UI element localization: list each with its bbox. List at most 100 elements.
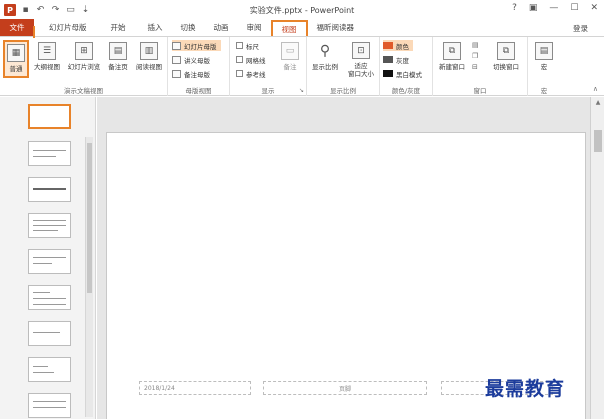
ribbon-display-options-icon[interactable]: ▣ [529, 3, 538, 13]
group-label: 颜色/灰度 [391, 87, 421, 95]
undo-icon[interactable]: ↶ [35, 5, 46, 16]
checkbox-icon [236, 42, 243, 49]
macros-button[interactable]: ▤ 宏 [531, 40, 557, 78]
handout-master-button[interactable]: 讲义母版 [172, 54, 210, 65]
slide-sorter-button[interactable]: ⊞ 幻灯片浏览 [66, 40, 102, 78]
notes-icon: ▭ [281, 42, 299, 60]
black-white-swatch-icon [383, 70, 393, 77]
powerpoint-logo-icon: P [4, 4, 16, 16]
slide-thumbnail[interactable] [28, 393, 71, 418]
redo-icon[interactable]: ↷ [50, 5, 61, 16]
watermark: 最需教育 [485, 378, 566, 400]
tab-file[interactable]: 文件 [0, 19, 34, 36]
tab-animations[interactable]: 动画 [205, 19, 238, 36]
handout-master-icon [172, 55, 181, 64]
new-window-icon: ⧉ [443, 42, 461, 60]
group-label: 宏 [540, 87, 548, 95]
start-slideshow-icon[interactable]: ▭ [65, 5, 76, 16]
slide-editor: 2018/1/24 页脚 [97, 97, 590, 419]
slide-thumbnail[interactable] [28, 213, 71, 238]
slide-thumbnail[interactable] [28, 321, 71, 346]
outline-view-icon: ☰ [38, 42, 56, 60]
gridlines-checkbox[interactable]: 网格线 [236, 54, 266, 65]
group-master-views: 幻灯片母版 讲义母版 备注母版 母版视图 [168, 37, 230, 96]
scroll-up-icon[interactable]: ▲ [591, 99, 604, 106]
reading-view-button[interactable]: ▥ 阅读视图 [134, 40, 164, 78]
collapse-ribbon-icon[interactable]: ∧ [593, 85, 598, 93]
slide-thumbnail[interactable] [28, 177, 71, 202]
tab-home[interactable]: 开始 [102, 19, 135, 36]
ribbon-tabs: 文件 幻灯片母版 开始 插入 切换 动画 审阅 视图 福昕阅读器 [0, 19, 604, 37]
editor-scrollbar[interactable]: ▲ [590, 97, 604, 419]
dialog-launcher-icon[interactable]: ↘ [299, 87, 304, 94]
notes-master-button[interactable]: 备注母版 [172, 68, 210, 79]
group-window: ⧉ 新建窗口 ▤ ❐ ⊟ ⧉ 切换窗口 窗口 [433, 37, 528, 96]
ribbon: ▦ 普通 ☰ 大纲视图 ⊞ 幻灯片浏览 ▤ 备注页 ▥ 阅读视图 演示文稿视图 … [0, 37, 604, 96]
color-swatch-icon [383, 42, 393, 49]
slide-thumbnail[interactable] [28, 285, 71, 310]
grayscale-swatch-icon [383, 56, 393, 63]
tab-view[interactable]: 视图 [270, 20, 308, 36]
highlight-connector [33, 26, 35, 38]
footer-date-placeholder[interactable]: 2018/1/24 [139, 381, 251, 395]
normal-view-button[interactable]: ▦ 普通 [3, 40, 29, 78]
fit-to-window-button[interactable]: ⊡ 适应 窗口大小 [344, 40, 378, 78]
slide-master-button[interactable]: 幻灯片母版 [172, 40, 221, 51]
slide-thumbnail[interactable] [28, 357, 71, 382]
notes-page-button[interactable]: ▤ 备注页 [106, 40, 130, 78]
slide-thumbnail-pane [0, 97, 96, 419]
group-show: 标尺 网格线 参考线 ▭ 备注 显示 ↘ [230, 37, 307, 96]
customize-qat-icon[interactable]: ⇣ [80, 5, 91, 16]
move-split-icon[interactable]: ⊟ [472, 63, 478, 71]
group-label: 演示文稿视图 [64, 87, 103, 95]
scrollbar-thumb[interactable] [594, 130, 602, 152]
ruler-checkbox[interactable]: 标尺 [236, 40, 259, 51]
help-icon[interactable]: ? [512, 3, 517, 13]
footer-placeholder[interactable]: 页脚 [263, 381, 427, 395]
slide-master-icon [172, 41, 181, 50]
sign-in-link[interactable]: 登录 [573, 23, 588, 34]
minimize-icon[interactable]: — [549, 3, 558, 13]
title-bar: P ▪ ↶ ↷ ▭ ⇣ 实验文件.pptx - PowerPoint ? ▣ —… [0, 0, 604, 20]
cascade-icon[interactable]: ❐ [472, 52, 478, 60]
notes-button[interactable]: ▭ 备注 [278, 40, 302, 78]
quick-access-toolbar: P ▪ ↶ ↷ ▭ ⇣ [0, 4, 91, 16]
maximize-icon[interactable]: ☐ [570, 3, 578, 13]
close-icon[interactable]: ✕ [590, 3, 598, 13]
tab-slide-master[interactable]: 幻灯片母版 [40, 19, 96, 36]
slide-thumbnail[interactable] [28, 141, 71, 166]
notes-page-icon: ▤ [109, 42, 127, 60]
checkbox-icon [236, 56, 243, 63]
guides-checkbox[interactable]: 参考线 [236, 68, 266, 79]
color-button[interactable]: 颜色 [383, 40, 413, 51]
save-icon[interactable]: ▪ [20, 5, 31, 16]
zoom-button[interactable]: ⚲ 显示比例 [310, 40, 340, 78]
tab-foxit-reader[interactable]: 福昕阅读器 [308, 19, 364, 36]
new-window-button[interactable]: ⧉ 新建窗口 [437, 40, 467, 78]
group-label: 显示比例 [330, 87, 356, 95]
tab-insert[interactable]: 插入 [139, 19, 172, 36]
grayscale-button[interactable]: 灰度 [383, 54, 409, 65]
group-label: 母版视图 [185, 87, 212, 95]
group-presentation-views: ▦ 普通 ☰ 大纲视图 ⊞ 幻灯片浏览 ▤ 备注页 ▥ 阅读视图 演示文稿视图 [0, 37, 168, 96]
slide-thumbnail[interactable] [28, 104, 71, 129]
scrollbar-thumb[interactable] [87, 143, 92, 293]
thumbnail-scrollbar[interactable] [85, 137, 93, 417]
black-white-button[interactable]: 黑白模式 [383, 68, 422, 79]
slide-thumbnail[interactable] [28, 249, 71, 274]
slide-sorter-icon: ⊞ [75, 42, 93, 60]
checkbox-icon [236, 70, 243, 77]
fit-to-window-icon: ⊡ [352, 42, 370, 59]
macros-icon: ▤ [535, 42, 553, 60]
group-color-grayscale: 颜色 灰度 黑白模式 颜色/灰度 [380, 37, 433, 96]
outline-view-button[interactable]: ☰ 大纲视图 [33, 40, 61, 78]
normal-view-icon: ▦ [7, 44, 25, 62]
group-label: 显示 [261, 87, 275, 95]
arrange-all-icon[interactable]: ▤ [472, 41, 479, 49]
switch-windows-button[interactable]: ⧉ 切换窗口 [488, 40, 524, 78]
tab-transitions[interactable]: 切换 [172, 19, 205, 36]
tab-review[interactable]: 审阅 [238, 19, 271, 36]
reading-view-icon: ▥ [140, 42, 158, 60]
group-zoom: ⚲ 显示比例 ⊡ 适应 窗口大小 显示比例 [307, 37, 380, 96]
switch-windows-icon: ⧉ [497, 42, 515, 60]
